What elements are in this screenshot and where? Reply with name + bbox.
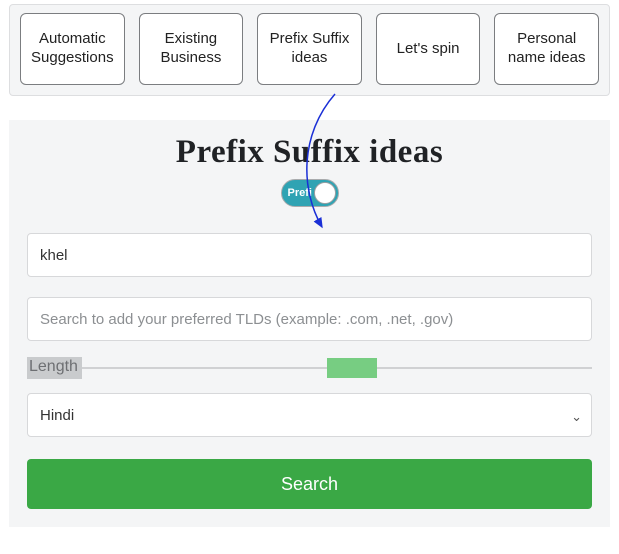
tab-label: Automatic Suggestions bbox=[25, 30, 120, 68]
tab-label: Prefix Suffix ideas bbox=[262, 30, 357, 68]
tab-prefix-suffix-ideas[interactable]: Prefix Suffix ideas bbox=[257, 13, 362, 85]
tab-existing-business[interactable]: Existing Business bbox=[139, 13, 244, 85]
length-label: Length bbox=[27, 357, 82, 379]
length-row: Length bbox=[27, 357, 592, 379]
language-select-wrap: Hindi ⌄ bbox=[27, 393, 592, 459]
tab-automatic-suggestions[interactable]: Automatic Suggestions bbox=[20, 13, 125, 85]
length-slider[interactable] bbox=[82, 358, 592, 378]
toggle-label: Prefi bbox=[288, 188, 312, 199]
toggle-row: Prefi bbox=[27, 179, 592, 207]
language-select[interactable]: Hindi bbox=[27, 393, 592, 437]
tld-input[interactable] bbox=[27, 297, 592, 341]
tab-label: Let's spin bbox=[397, 40, 460, 59]
tab-personal-name-ideas[interactable]: Personal name ideas bbox=[494, 13, 599, 85]
keyword-input[interactable] bbox=[27, 233, 592, 277]
tab-label: Personal name ideas bbox=[499, 30, 594, 68]
form-panel: Prefix Suffix ideas Prefi Length Hindi ⌄… bbox=[9, 120, 610, 527]
tab-label: Existing Business bbox=[144, 30, 239, 68]
tab-lets-spin[interactable]: Let's spin bbox=[376, 13, 481, 85]
tabs-panel: Automatic Suggestions Existing Business … bbox=[9, 4, 610, 96]
slider-thumb bbox=[327, 358, 377, 378]
toggle-knob bbox=[314, 182, 336, 204]
page-title: Prefix Suffix ideas bbox=[27, 134, 592, 171]
prefix-suffix-toggle[interactable]: Prefi bbox=[281, 179, 339, 207]
search-button[interactable]: Search bbox=[27, 459, 592, 509]
